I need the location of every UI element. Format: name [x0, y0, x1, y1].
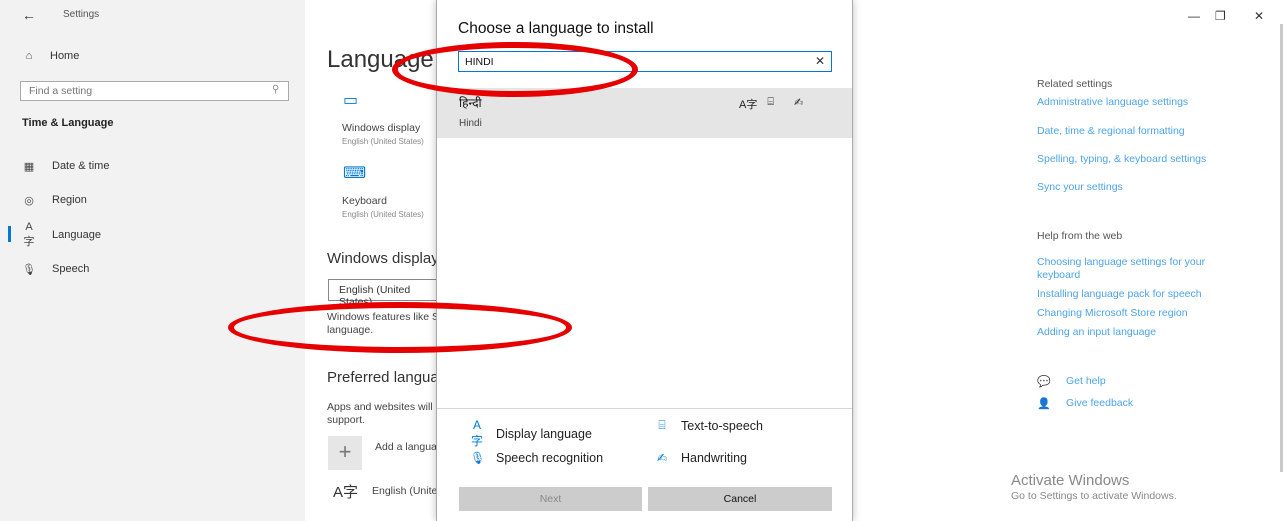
related-settings-title: Related settings: [1037, 78, 1113, 90]
section-title: Time & Language: [22, 117, 114, 129]
related-link[interactable]: Date, time & regional formatting: [1037, 125, 1185, 137]
result-english-name: Hindi: [459, 118, 482, 129]
related-link[interactable]: Sync your settings: [1037, 181, 1123, 193]
restore-button[interactable]: ❐: [1215, 9, 1226, 23]
clear-search-button[interactable]: ✕: [815, 54, 825, 68]
sidebar-item-label: Language: [52, 229, 101, 241]
sidebar-item-speech[interactable]: 🎙 Speech: [22, 259, 89, 279]
windows-display-value: English (United States): [342, 137, 424, 146]
sidebar: ← Settings ⌂ Home ⚲ Time & Language ▦ Da…: [0, 0, 305, 521]
calendar-icon: ▦: [23, 160, 35, 173]
home-icon: ⌂: [25, 50, 33, 62]
activation-watermark-title: Activate Windows: [1011, 472, 1130, 489]
sidebar-item-home[interactable]: ⌂ Home: [22, 46, 80, 66]
help-web-title: Help from the web: [1037, 230, 1123, 242]
display-language-description-2: language.: [327, 324, 374, 336]
legend-label: Text-to-speech: [681, 418, 763, 433]
cancel-button[interactable]: Cancel: [648, 487, 832, 511]
related-link[interactable]: Spelling, typing, & keyboard settings: [1037, 153, 1206, 165]
add-language-button[interactable]: +: [328, 436, 362, 470]
help-link[interactable]: keyboard: [1037, 269, 1080, 281]
legend-speech-recognition: 🎙 Speech recognition: [470, 451, 603, 465]
feature-icons: A字 ⌸ ✍: [739, 96, 803, 112]
activation-watermark-subtitle: Go to Settings to activate Windows.: [1011, 490, 1177, 502]
keyboard-value: English (United States): [342, 210, 424, 219]
give-feedback-link[interactable]: Give feedback: [1066, 397, 1133, 409]
text-to-speech-icon: ⌸: [767, 96, 774, 108]
install-language-dialog: Choose a language to install ✕ हिन्दी Hi…: [436, 0, 853, 521]
keyboard-label[interactable]: Keyboard: [342, 195, 387, 207]
active-indicator: [8, 226, 11, 242]
app-title: Settings: [63, 9, 100, 20]
windows-display-label[interactable]: Windows display: [342, 122, 420, 134]
globe-icon: ◎: [24, 194, 34, 207]
close-button[interactable]: ✕: [1254, 9, 1264, 23]
microphone-icon: 🎙: [22, 263, 36, 276]
display-language-select[interactable]: English (United States): [328, 279, 448, 308]
language-result-row[interactable]: हिन्दी Hindi A字 ⌸ ✍: [437, 88, 852, 138]
next-button[interactable]: Next: [459, 487, 642, 511]
result-native-name: हिन्दी: [459, 96, 482, 110]
language-search-input[interactable]: [458, 51, 832, 72]
sidebar-item-label: Date & time: [52, 160, 110, 172]
feedback-icon: 👤: [1037, 398, 1051, 410]
back-button[interactable]: ←: [22, 7, 36, 23]
page-title: Language: [327, 46, 434, 73]
legend-text-to-speech: ⌸ Text-to-speech: [655, 418, 763, 433]
sidebar-item-label: Region: [52, 194, 87, 206]
find-setting-input[interactable]: [20, 81, 289, 101]
display-language-icon: A字: [739, 99, 758, 111]
help-link[interactable]: Installing language pack for speech: [1037, 288, 1202, 300]
preferred-languages-description-2: support.: [327, 414, 365, 426]
title-bar: ← Settings: [0, 0, 305, 30]
help-link[interactable]: Adding an input language: [1037, 326, 1156, 338]
legend-label: Display language: [496, 426, 592, 441]
handwriting-icon: ✍: [793, 97, 804, 109]
microphone-icon: 🎙: [470, 451, 486, 465]
legend-label: Speech recognition: [496, 451, 604, 465]
legend-handwriting: ✍ Handwriting: [655, 451, 747, 465]
legend-label: Handwriting: [681, 451, 748, 465]
sidebar-item-date-time[interactable]: ▦ Date & time: [22, 156, 110, 176]
help-icon: 💬: [1037, 376, 1051, 388]
minimize-button[interactable]: —: [1188, 9, 1200, 23]
sidebar-item-label: Speech: [52, 263, 90, 275]
language-icon: A字: [333, 484, 359, 501]
divider: [437, 408, 852, 409]
display-language-icon: A字: [470, 418, 483, 448]
help-link[interactable]: Changing Microsoft Store region: [1037, 307, 1188, 319]
get-help-link[interactable]: Get help: [1066, 375, 1106, 387]
dialog-title: Choose a language to install: [458, 20, 654, 37]
keyboard-icon: ⌨: [343, 165, 367, 182]
scrollbar[interactable]: [1280, 24, 1283, 472]
sidebar-item-language[interactable]: A字 Language: [22, 221, 101, 248]
search-icon: ⚲: [272, 84, 280, 95]
legend-display-language: A字 Display language: [470, 418, 592, 449]
language-icon: A字: [23, 221, 35, 248]
related-link[interactable]: Administrative language settings: [1037, 96, 1188, 108]
handwriting-icon: ✍: [656, 451, 668, 465]
help-link[interactable]: Choosing language settings for your: [1037, 256, 1205, 268]
sidebar-item-region[interactable]: ◎ Region: [22, 190, 87, 210]
monitor-icon: ▭: [343, 92, 359, 109]
text-to-speech-icon: ⌸: [658, 418, 666, 432]
sidebar-item-label: Home: [50, 50, 80, 62]
